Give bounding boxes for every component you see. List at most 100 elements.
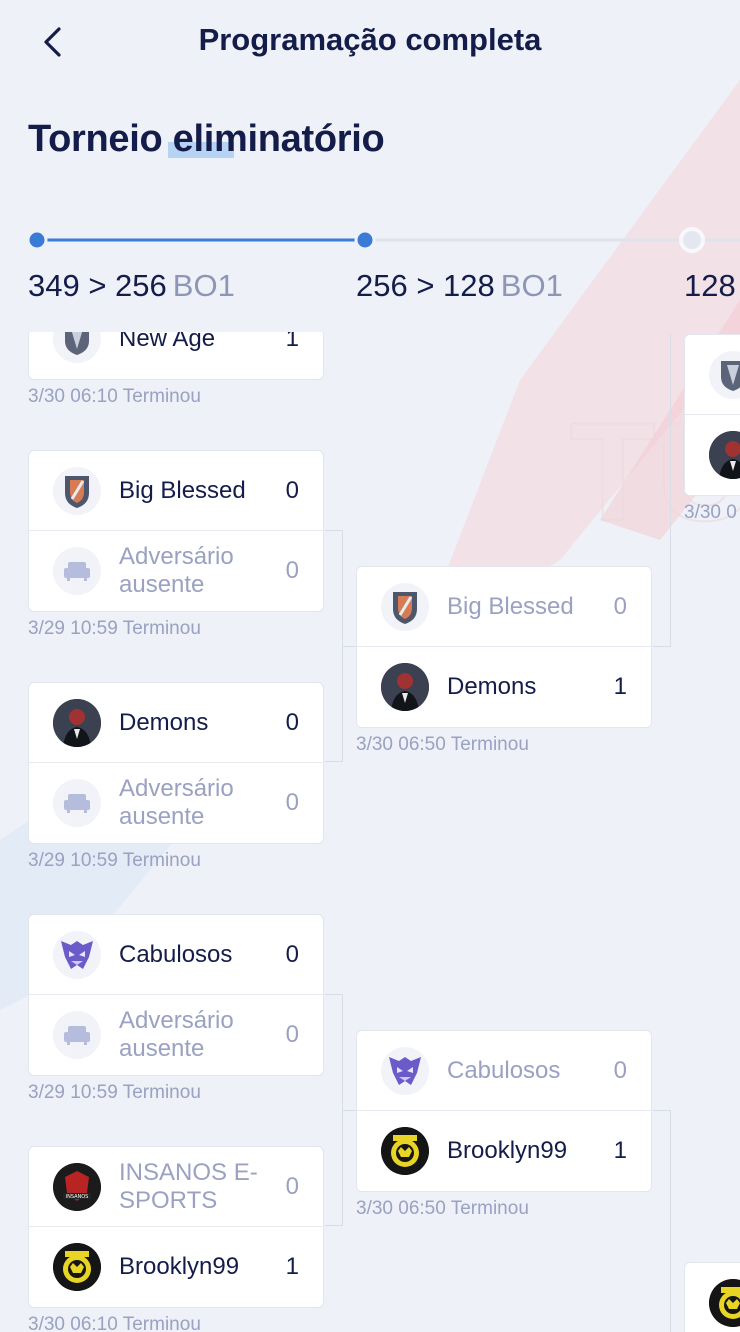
team-row: Big Blessed 0 <box>29 451 323 531</box>
match-card[interactable] <box>684 334 740 496</box>
bracket-connector <box>325 994 343 1226</box>
team-score: 0 <box>285 708 299 736</box>
match-meta: 3/29 10:59 Terminou <box>28 1082 201 1103</box>
round-bo: BO1 <box>172 268 235 303</box>
team-score: 0 <box>285 557 299 584</box>
bracket-connector <box>343 646 357 647</box>
bracket-connector <box>670 1110 671 1332</box>
team-score: 0 <box>285 940 299 968</box>
match-card[interactable]: Demons 0 Adversário ausente 0 <box>28 682 324 844</box>
demons-avatar-icon <box>53 699 101 747</box>
cabulosos-logo-icon <box>53 931 101 979</box>
team-score: 0 <box>285 476 299 504</box>
round-range: 349 > 256 <box>28 268 167 303</box>
top-bar: Programação completa <box>0 0 740 84</box>
team-score: 1 <box>613 1137 627 1164</box>
team-row: Cabulosos 0 <box>29 915 323 995</box>
team-row <box>685 1263 740 1332</box>
team-row: Cabulosos 0 <box>357 1031 651 1111</box>
team-name: Big Blessed <box>447 592 574 620</box>
team-score: 1 <box>285 332 299 352</box>
team-score: 0 <box>285 1172 299 1200</box>
match-card[interactable]: Cabulosos 0 Brooklyn99 1 <box>356 1030 652 1192</box>
match-meta: 3/30 06:50 Terminou <box>356 734 529 755</box>
team-score: 0 <box>613 1056 627 1084</box>
team-name: Big Blessed <box>119 476 246 504</box>
match-meta: 3/30 06:10 Terminou <box>28 386 201 407</box>
team-row: Big Blessed 0 <box>357 567 651 647</box>
team-logo-icon <box>53 332 101 363</box>
team-row <box>685 335 740 415</box>
team-name: Cabulosos <box>447 1056 561 1084</box>
team-name: Demons <box>119 708 209 736</box>
team-row: Brooklyn99 1 <box>29 1227 323 1307</box>
team-name: Adversário ausente <box>119 775 234 830</box>
team-name: Adversário ausente <box>119 1007 234 1062</box>
team-row: Adversário ausente 0 <box>29 995 323 1075</box>
match-card[interactable]: Big Blessed 0 Adversário ausente 0 <box>28 450 324 612</box>
bracket-connector <box>653 646 671 647</box>
bracket-viewport[interactable]: New Age 1 3/30 06:10 Terminou Big Blesse… <box>0 332 740 1332</box>
team-name: Demons <box>447 673 537 700</box>
match-meta: 3/29 10:59 Terminou <box>28 618 201 639</box>
match-meta: 3/29 10:59 Terminou <box>28 850 201 871</box>
sofa-icon <box>53 547 101 595</box>
cabulosos-logo-icon <box>381 1047 429 1095</box>
match-meta: 3/30 06:10 Terminou <box>28 1314 201 1332</box>
brooklyn99-logo-icon <box>381 1127 429 1175</box>
round-tab-1[interactable]: 349 > 256 BO1 <box>28 268 235 304</box>
team-score: 0 <box>285 1021 299 1048</box>
round-dot-2 <box>354 229 376 251</box>
brooklyn99-logo-icon <box>53 1243 101 1291</box>
team-row: Brooklyn99 1 <box>357 1111 651 1191</box>
round-range: 256 > 128 <box>356 268 495 303</box>
round-dot-3 <box>679 227 705 253</box>
round-dot-1 <box>26 229 48 251</box>
page-title: Torneio eliminatório <box>28 118 385 160</box>
demons-avatar-icon <box>709 431 740 479</box>
team-score: 0 <box>285 789 299 816</box>
big-blessed-logo-icon <box>53 467 101 515</box>
team-score: 1 <box>613 673 627 700</box>
team-name: Adversário ausente <box>119 543 234 598</box>
team-name: Brooklyn99 <box>447 1137 568 1164</box>
big-blessed-logo-icon <box>381 583 429 631</box>
match-card[interactable]: Cabulosos 0 Adversário ausente 0 <box>28 914 324 1076</box>
bracket-connector <box>325 530 343 762</box>
team-score: 0 <box>613 592 627 620</box>
demons-avatar-icon <box>381 663 429 711</box>
team-name: Brooklyn99 <box>119 1253 240 1280</box>
match-card[interactable]: Big Blessed 0 Demons 1 <box>356 566 652 728</box>
round-bo: BO1 <box>500 268 563 303</box>
round-tab-3[interactable]: 128 <box>684 268 736 304</box>
round-tab-2[interactable]: 256 > 128 BO1 <box>356 268 563 304</box>
team-name: Cabulosos <box>119 940 233 968</box>
match-card[interactable]: INSANOS INSANOS E-SPORTS 0 Brooklyn99 1 <box>28 1146 324 1308</box>
team-row: INSANOS INSANOS E-SPORTS 0 <box>29 1147 323 1227</box>
sofa-icon <box>53 1011 101 1059</box>
team-name: New Age <box>119 332 216 352</box>
brooklyn99-logo-icon <box>709 1279 740 1327</box>
svg-text:INSANOS: INSANOS <box>66 1194 89 1200</box>
team-row: Demons 0 <box>29 683 323 763</box>
team-name: INSANOS E-SPORTS <box>119 1158 258 1214</box>
match-meta: 3/30 0 <box>684 502 737 523</box>
team-row: Adversário ausente 0 <box>29 763 323 843</box>
insanos-logo-icon: INSANOS <box>53 1163 101 1211</box>
round-progress-track <box>0 226 740 256</box>
match-card[interactable] <box>684 1262 740 1332</box>
sofa-icon <box>53 779 101 827</box>
match-meta: 3/30 06:50 Terminou <box>356 1198 529 1219</box>
team-logo-icon <box>709 351 740 399</box>
match-card[interactable]: New Age 1 <box>28 332 324 380</box>
team-row: New Age 1 <box>29 332 323 379</box>
round-range: 128 <box>684 268 736 303</box>
team-row: Demons 1 <box>357 647 651 727</box>
team-row <box>685 415 740 495</box>
bracket-connector <box>670 334 671 646</box>
header-title: Programação completa <box>198 22 542 57</box>
bracket-connector <box>653 1110 671 1111</box>
team-score: 1 <box>285 1253 299 1280</box>
bracket: New Age 1 3/30 06:10 Terminou Big Blesse… <box>0 332 740 1332</box>
team-row: Adversário ausente 0 <box>29 531 323 611</box>
